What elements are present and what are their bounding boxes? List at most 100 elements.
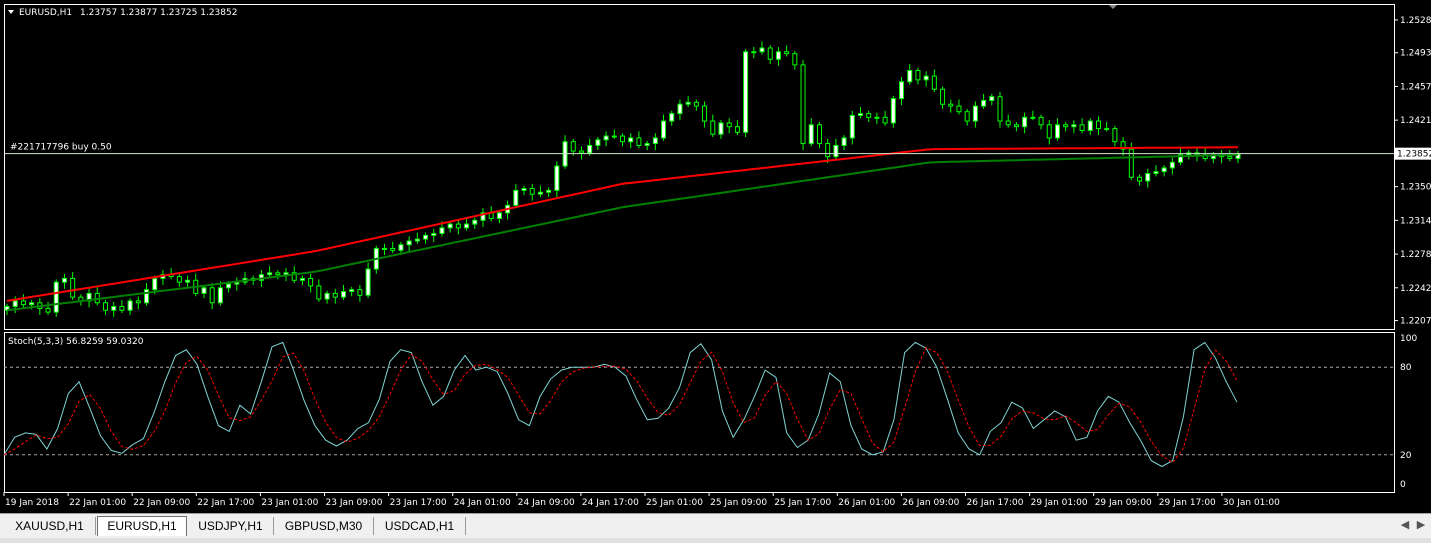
- price-tick-label: 1.22420: [1400, 284, 1431, 294]
- time-tick-label: 25 Jan 17:00: [774, 498, 831, 508]
- stoch-tick-label: 0: [1400, 480, 1406, 490]
- candle: [275, 272, 281, 276]
- candle: [948, 103, 954, 107]
- candle: [1079, 124, 1085, 131]
- stoch-signal-line: [3, 347, 1238, 464]
- candle: [644, 143, 650, 146]
- time-tick-label: 24 Jan 17:00: [582, 498, 639, 508]
- price-tick-label: 1.24570: [1400, 82, 1431, 92]
- candle: [185, 279, 191, 283]
- candle: [964, 111, 970, 122]
- ma-fast-line: [6, 146, 1238, 302]
- time-tick-label: 24 Jan 09:00: [518, 498, 575, 508]
- candle: [587, 144, 593, 154]
- candle: [308, 277, 314, 287]
- candle: [340, 291, 346, 298]
- candle: [997, 96, 1003, 122]
- candle: [1005, 120, 1011, 126]
- price-tick-label: 1.25280: [1400, 16, 1431, 26]
- candle: [455, 223, 461, 229]
- candle: [816, 124, 822, 145]
- candle: [102, 302, 108, 311]
- candle: [554, 165, 560, 191]
- tab-eurusd[interactable]: EURUSD,H1: [97, 516, 187, 536]
- candle: [1145, 173, 1151, 182]
- chart-tab-bar: XAUUSD,H1 EURUSD,H1 USDJPY,H1 GBPUSD,M30…: [0, 513, 1431, 543]
- candle: [1137, 176, 1143, 182]
- stoch-label: Stoch(5,3,3) 56.8259 59.0320: [8, 337, 144, 347]
- candle: [1227, 156, 1233, 160]
- time-tick-label: 29 Jan 09:00: [1095, 498, 1152, 508]
- candle: [972, 105, 978, 122]
- candle: [439, 227, 445, 234]
- time-tick-label: 23 Jan 17:00: [390, 498, 447, 508]
- candle: [710, 120, 716, 135]
- price-tick-label: 1.23140: [1400, 216, 1431, 226]
- candle: [546, 189, 552, 193]
- time-tick-label: 23 Jan 09:00: [326, 498, 383, 508]
- candle: [661, 120, 667, 139]
- candle: [1030, 116, 1036, 119]
- scroll-left-icon[interactable]: ◀: [1398, 518, 1412, 531]
- candle: [767, 47, 773, 60]
- candle: [472, 219, 478, 225]
- shift-marker-icon: [1109, 5, 1117, 9]
- candle: [1161, 167, 1167, 173]
- horizontal-scrollbar[interactable]: [0, 538, 1431, 543]
- candle: [1046, 124, 1052, 139]
- candle: [899, 81, 905, 100]
- candle: [111, 306, 117, 311]
- candle: [628, 137, 634, 143]
- candle: [365, 268, 371, 296]
- candle: [1153, 171, 1159, 175]
- candle: [915, 69, 921, 81]
- time-tick-label: 26 Jan 09:00: [902, 498, 959, 508]
- candle: [956, 105, 962, 113]
- candle: [841, 137, 847, 146]
- candle: [1112, 128, 1118, 143]
- candle: [144, 289, 150, 304]
- candle: [989, 96, 995, 101]
- tab-gbpusd[interactable]: GBPUSD,M30: [274, 517, 374, 535]
- candle: [299, 277, 305, 281]
- time-tick-label: 24 Jan 01:00: [454, 498, 511, 508]
- candle: [578, 150, 584, 154]
- candle: [349, 289, 355, 293]
- candle: [127, 300, 133, 311]
- stoch-tick-label: 80: [1400, 363, 1412, 373]
- candle: [890, 98, 896, 124]
- candle: [423, 234, 429, 240]
- candle: [447, 223, 453, 229]
- candle: [857, 113, 863, 116]
- candle: [521, 188, 527, 191]
- candle: [669, 113, 675, 122]
- tab-xauusd[interactable]: XAUUSD,H1: [4, 517, 96, 535]
- candle: [636, 137, 642, 146]
- candle: [677, 103, 683, 115]
- candle: [1087, 120, 1093, 131]
- chart-area[interactable]: 1.25280 1.24930 1.24570 1.24210 1.23500 1.231…: [0, 0, 1431, 513]
- candle: [940, 88, 946, 105]
- candle: [12, 300, 18, 308]
- candle: [431, 232, 437, 236]
- current-price-label: 1.23852: [1397, 150, 1431, 160]
- stoch-window-frame: [4, 332, 1395, 493]
- tab-usdjpy[interactable]: USDJPY,H1: [188, 517, 274, 535]
- candle: [603, 135, 609, 141]
- tab-usdcad[interactable]: USDCAD,H1: [374, 517, 466, 535]
- candle: [570, 141, 576, 152]
- candle: [176, 276, 182, 283]
- symbol-title: EURUSD,H1: [19, 8, 72, 18]
- candle: [382, 247, 388, 250]
- candle: [70, 277, 76, 298]
- candle: [792, 53, 798, 66]
- candle: [907, 69, 913, 83]
- scroll-right-icon[interactable]: ▶: [1414, 518, 1428, 531]
- stoch-tick-label: 100: [1400, 334, 1417, 344]
- stoch-tick-label: 20: [1400, 451, 1412, 461]
- candle: [1104, 128, 1110, 131]
- candle: [743, 51, 749, 133]
- time-tick-label: 19 Jan 2018: [5, 498, 59, 508]
- time-tick-label: 29 Jan 17:00: [1159, 498, 1216, 508]
- price-tick-label: 1.24930: [1400, 49, 1431, 59]
